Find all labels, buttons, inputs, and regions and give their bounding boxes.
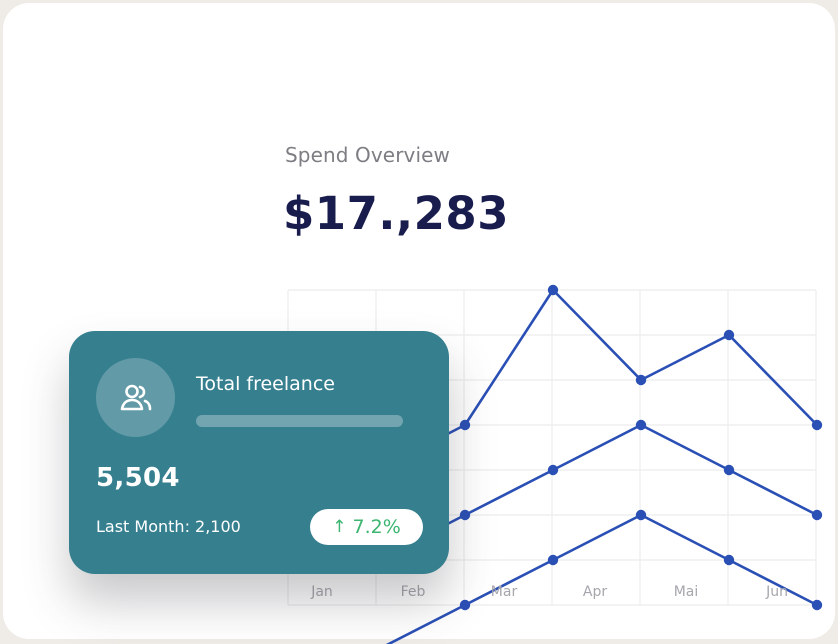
month-label: Mar — [491, 584, 518, 600]
arrow-up-icon: ↑ — [332, 516, 347, 537]
data-point[interactable] — [811, 599, 823, 611]
users-icon — [96, 358, 175, 437]
data-point[interactable] — [723, 554, 735, 566]
total-freelance-title: Total freelance — [196, 373, 335, 395]
data-point[interactable] — [459, 419, 471, 431]
data-point[interactable] — [547, 284, 559, 296]
total-freelance-value: 5,504 — [96, 463, 180, 493]
data-point[interactable] — [635, 419, 647, 431]
data-point[interactable] — [547, 554, 559, 566]
data-point[interactable] — [459, 599, 471, 611]
data-point[interactable] — [635, 509, 647, 521]
data-point[interactable] — [547, 464, 559, 476]
month-label: Apr — [583, 584, 607, 600]
last-month-value: Last Month: 2,100 — [96, 517, 241, 536]
month-label: Jan — [310, 584, 333, 600]
data-point[interactable] — [723, 464, 735, 476]
data-point[interactable] — [811, 509, 823, 521]
freelance-progress-fill — [196, 415, 403, 427]
change-percent: 7.2% — [352, 516, 401, 538]
month-label: Jun — [765, 584, 788, 600]
change-badge: ↑ 7.2% — [310, 509, 423, 545]
freelance-progress-bar — [196, 415, 403, 427]
total-freelance-panel: Total freelance 5,504 Last Month: 2,100 … — [69, 331, 449, 574]
data-point[interactable] — [635, 374, 647, 386]
data-point[interactable] — [811, 419, 823, 431]
month-label: Mai — [674, 584, 699, 600]
data-point[interactable] — [723, 329, 735, 341]
month-label: Feb — [401, 584, 426, 600]
data-point[interactable] — [459, 509, 471, 521]
